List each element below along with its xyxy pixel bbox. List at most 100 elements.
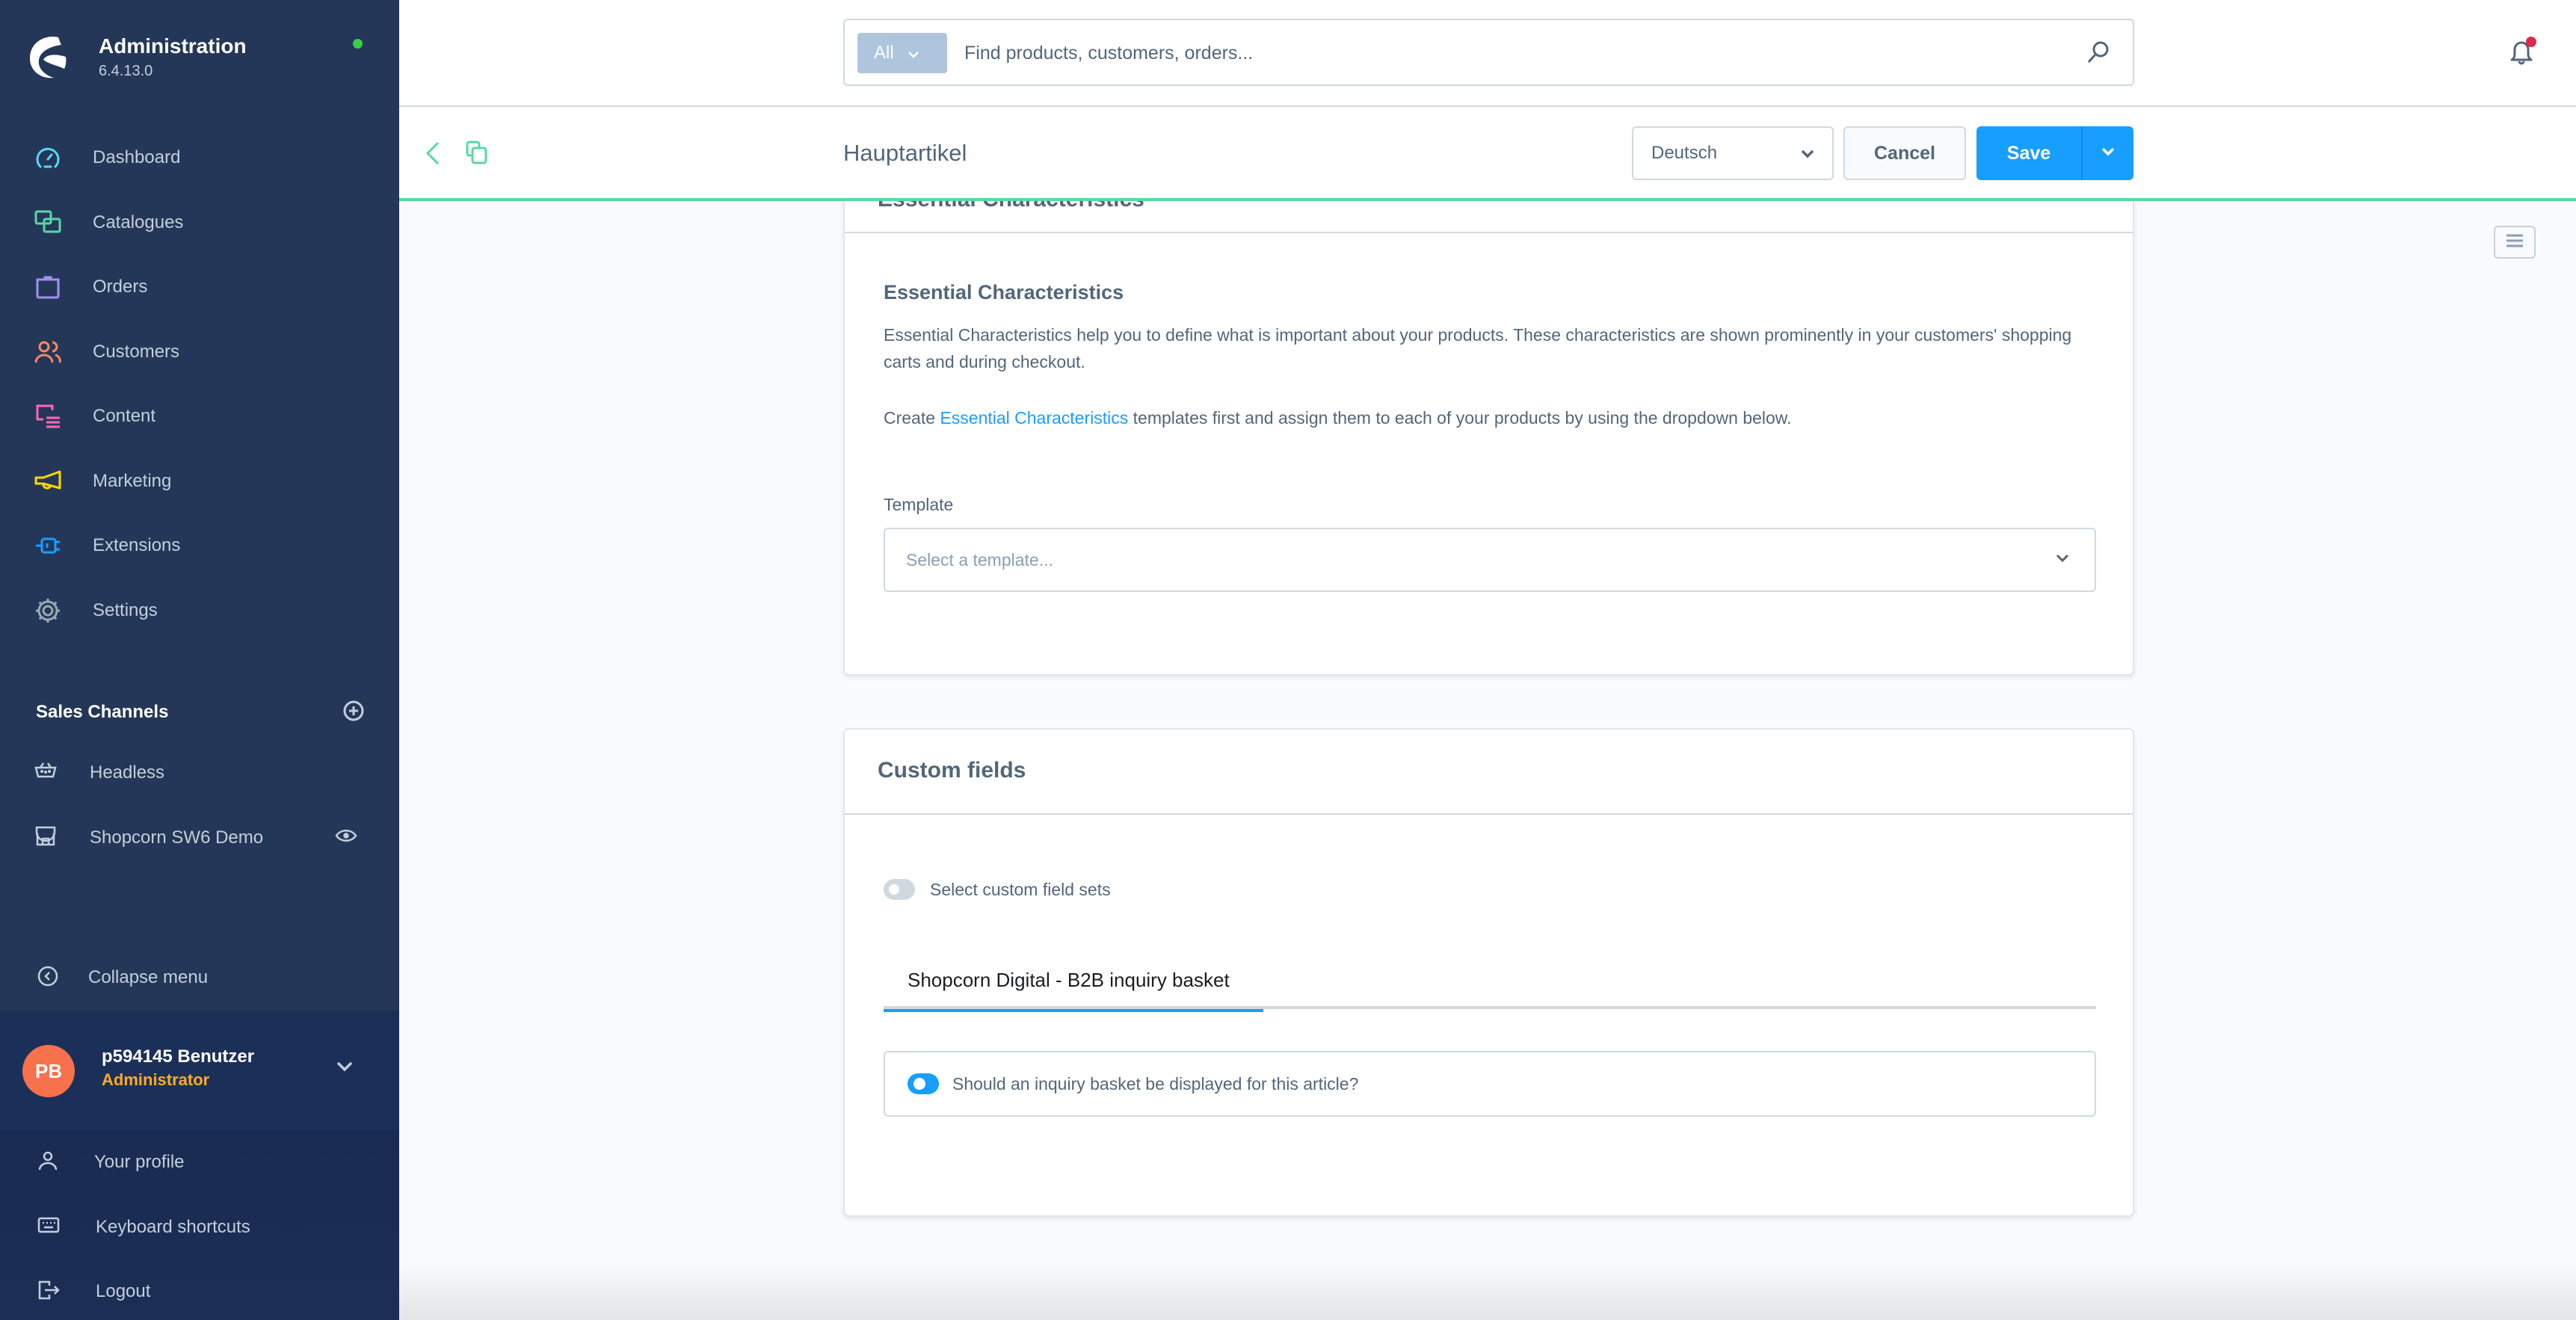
notification-badge [2526,37,2536,47]
nav-label: Dashboard [93,147,181,168]
chevron-left-circle-icon [37,966,58,990]
global-search: All [843,19,2134,86]
user-icon [37,1150,58,1175]
sales-channels-header: Sales Channels [36,700,365,726]
nav-item-catalogues[interactable]: Catalogues [0,191,399,256]
nav-item-content[interactable]: Content [0,384,399,449]
nav-label: Settings [93,599,158,620]
chevron-down-icon [2101,147,2115,160]
nav-label: Orders [93,277,148,297]
user-name: p594145 Benutzer [102,1046,255,1067]
tab-label: Shopcorn Digital - B2B inquiry basket [908,969,1230,991]
bottom-fade [399,1263,2576,1320]
app-version: 6.4.13.0 [99,63,153,79]
main-nav: Dashboard Catalogues Orders Customers Co… [0,126,399,643]
toggle-label: Should an inquiry basket be displayed fo… [952,1073,1359,1094]
profile-menu-your-profile[interactable]: Your profile [0,1130,399,1195]
card-header: Custom fields [845,730,2133,815]
template-select[interactable]: Select a template... [884,528,2096,592]
custom-fields-card: Custom fields Select custom field sets S… [843,728,2134,1217]
nav-label: Content [93,406,156,427]
nav-item-customers[interactable]: Customers [0,320,399,385]
chevron-down-icon[interactable] [336,1061,353,1076]
toggle-switch[interactable] [908,1073,939,1094]
back-chevron-icon[interactable] [425,140,441,170]
app-title: Administration [99,34,247,58]
sales-channel-headless[interactable]: Headless [0,740,399,805]
nav-item-extensions[interactable]: Extensions [0,513,399,579]
hamburger-menu-icon [2506,233,2524,252]
nav-item-orders[interactable]: Orders [0,255,399,320]
search-type-label: All [874,43,894,63]
duplicate-icon[interactable] [465,140,489,169]
collapse-menu-label: Collapse menu [88,967,209,987]
status-indicator [353,39,363,49]
custom-field-set-tabs: Shopcorn Digital - B2B inquiry basket [884,954,2096,1012]
eye-icon[interactable] [335,827,357,848]
profile-menu-label: Keyboard shortcuts [96,1216,250,1237]
basket-icon [34,759,57,786]
toggle-label: Select custom field sets [930,879,1111,899]
customers-icon [34,339,61,366]
custom-field-box: Should an inquiry basket be displayed fo… [884,1051,2096,1117]
section-description: Essential Characteristics help you to de… [884,325,2072,371]
top-bar: All [399,0,2576,107]
nav-item-settings[interactable]: Settings [0,579,399,644]
save-options-button[interactable] [2081,126,2133,180]
page-title: Hauptartikel [843,140,967,166]
nav-item-dashboard[interactable]: Dashboard [0,126,399,191]
create-templates-hint: Create Essential Characteristics templat… [884,408,1792,428]
notification-bell-icon[interactable] [2506,36,2540,73]
sales-channel-label: Shopcorn SW6 Demo [90,827,264,848]
nav-label: Extensions [93,535,181,556]
language-value: Deutsch [1651,143,1718,163]
save-button[interactable]: Save [1976,126,2081,180]
nav-label: Marketing [93,470,172,491]
brand: Administration 6.4.13.0 [25,28,377,85]
sidebar: Administration 6.4.13.0 Dashboard Catalo… [0,0,399,1320]
search-input[interactable] [964,34,2048,73]
sales-channels-title: Sales Channels [36,702,169,722]
avatar: PB [22,1045,75,1097]
inquiry-basket-toggle[interactable]: Should an inquiry basket be displayed fo… [908,1073,1358,1094]
catalogues-icon [34,209,61,236]
sales-channel-shopcorn-demo[interactable]: Shopcorn SW6 Demo [0,805,399,870]
select-custom-field-sets-toggle[interactable]: Select custom field sets [884,879,1111,900]
tab-b2b-inquiry-basket[interactable]: Shopcorn Digital - B2B inquiry basket [884,954,1263,1012]
profile-menu: Your profile Keyboard shortcuts Logout [0,1130,399,1320]
profile-menu-label: Your profile [94,1152,185,1173]
nav-label: Customers [93,341,180,362]
marketing-icon [34,468,61,495]
section-heading: Essential Characteristics [884,281,1124,303]
template-placeholder: Select a template... [906,550,1053,570]
orders-icon [34,274,61,300]
nav-label: Catalogues [93,212,184,232]
essential-characteristics-card: Essential Characteristics Essential Char… [843,147,2134,676]
sidebar-toggle-button[interactable] [2494,226,2536,259]
smart-bar: Hauptartikel Deutsch Cancel Save [399,108,2576,201]
chevron-down-icon [1801,143,1814,164]
settings-icon [34,597,61,624]
hint-suffix: templates first and assign them to each … [1128,408,1792,428]
extensions-icon [34,532,61,559]
essential-characteristics-link[interactable]: Essential Characteristics [940,408,1128,428]
keyboard-icon [37,1216,60,1238]
cancel-button[interactable]: Cancel [1843,126,1966,180]
profile-menu-label: Logout [96,1281,151,1302]
dashboard-icon [34,144,61,171]
profile-menu-logout[interactable]: Logout [0,1259,399,1320]
user-menu[interactable]: PB p594145 Benutzer Administrator [0,1011,399,1130]
logout-icon [37,1280,60,1304]
language-select[interactable]: Deutsch [1632,126,1834,180]
search-icon[interactable] [2086,40,2111,69]
profile-menu-keyboard-shortcuts[interactable]: Keyboard shortcuts [0,1195,399,1260]
collapse-menu-button[interactable]: Collapse menu [0,945,399,1011]
add-sales-channel-icon[interactable] [342,700,365,726]
search-type-select[interactable]: All [857,33,947,73]
content-icon [34,403,61,430]
nav-item-marketing[interactable]: Marketing [0,449,399,514]
toggle-switch[interactable] [884,879,915,900]
chevron-down-icon [908,43,919,64]
sales-channel-label: Headless [90,762,165,783]
shopware-logo-icon [30,37,67,78]
